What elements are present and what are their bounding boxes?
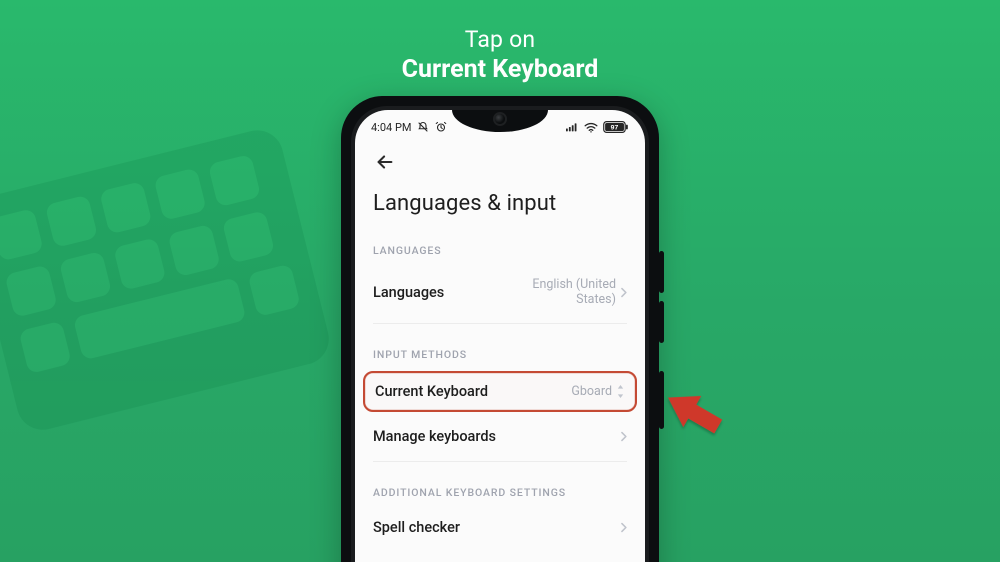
languages-row[interactable]: Languages English (United States) [355, 265, 645, 319]
front-camera-icon [495, 114, 505, 124]
wifi-icon [584, 122, 598, 133]
chevron-right-icon [620, 431, 627, 442]
highlight-callout: Current Keyboard Gboard [363, 371, 637, 412]
phone-screen: 4:04 PM [355, 110, 645, 562]
section-header-additional: ADDITIONAL KEYBOARD SETTINGS [355, 462, 645, 507]
alarm-icon [435, 121, 447, 133]
status-bar-left: 4:04 PM [371, 121, 447, 134]
page-title: Languages & input [355, 177, 645, 228]
keyboard-watermark-icon [0, 125, 334, 435]
languages-row-label: Languages [373, 284, 444, 301]
sort-icon [616, 385, 625, 398]
dnd-icon [417, 121, 429, 133]
volume-up-button[interactable] [659, 251, 664, 293]
section-header-languages: LANGUAGES [355, 228, 645, 265]
section-header-input-methods: INPUT METHODS [355, 324, 645, 369]
manage-keyboards-row-label: Manage keyboards [373, 428, 496, 445]
back-button[interactable] [373, 150, 397, 174]
callout-arrow-icon [656, 382, 728, 450]
current-keyboard-row-label: Current Keyboard [375, 383, 488, 400]
chevron-right-icon [620, 522, 627, 533]
chevron-right-icon [620, 287, 627, 298]
current-keyboard-row[interactable]: Current Keyboard Gboard [365, 373, 635, 410]
languages-row-value: English (United States) [492, 277, 627, 307]
spell-checker-row-label: Spell checker [373, 519, 460, 536]
tutorial-stage: Tap on Current Keyboard 4:04 PM [0, 0, 1000, 562]
volume-down-button[interactable] [659, 301, 664, 343]
manage-keyboards-row-trailing [620, 431, 627, 442]
phone-bezel: 4:04 PM [351, 106, 649, 562]
instruction-line-1: Tap on [0, 26, 1000, 53]
battery-percent-text: 97 [611, 125, 619, 132]
manage-keyboards-row[interactable]: Manage keyboards [355, 414, 645, 457]
phone-frame: 4:04 PM [341, 96, 659, 562]
instruction-line-2: Current Keyboard [0, 55, 1000, 84]
spell-checker-row-trailing [620, 522, 627, 533]
instruction-caption: Tap on Current Keyboard [0, 26, 1000, 84]
current-keyboard-row-value: Gboard [571, 384, 625, 399]
spell-checker-row[interactable]: Spell checker [355, 507, 645, 548]
battery-icon: 97 [603, 121, 629, 133]
status-time: 4:04 PM [371, 121, 411, 134]
arrow-left-icon [374, 151, 396, 173]
cellular-signal-icon [566, 122, 579, 132]
status-bar-right: 97 [566, 121, 629, 133]
nav-bar [355, 140, 645, 177]
